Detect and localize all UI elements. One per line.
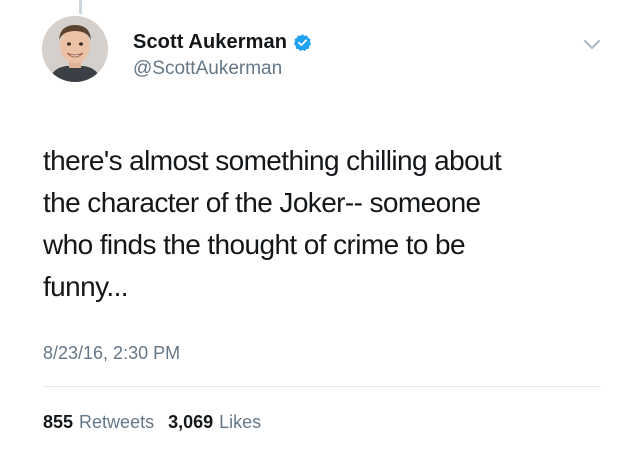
verified-badge-icon [293, 33, 312, 52]
likes-label: Likes [219, 412, 262, 432]
retweets-count: 855 [43, 412, 74, 432]
divider [43, 386, 601, 387]
avatar[interactable] [42, 16, 108, 82]
retweets-label: Retweets [79, 412, 155, 432]
display-name[interactable]: Scott Aukerman [133, 31, 287, 54]
likes-count: 3,069 [168, 412, 214, 432]
likes-stat[interactable]: 3,069 Likes [168, 412, 261, 433]
author-handle[interactable]: @ScottAukerman [133, 58, 282, 80]
author-name-row[interactable]: Scott Aukerman [133, 31, 312, 54]
retweets-stat[interactable]: 855 Retweets [43, 412, 154, 433]
tweet-text: there's almost something chilling about … [43, 145, 502, 302]
thread-connector-line [79, 0, 82, 14]
tweet-timestamp[interactable]: 8/23/16, 2:30 PM [43, 343, 180, 364]
tweet-stats: 855 Retweets 3,069 Likes [43, 412, 275, 433]
user-avatar-icon [42, 16, 108, 82]
chevron-down-icon[interactable] [583, 38, 601, 50]
